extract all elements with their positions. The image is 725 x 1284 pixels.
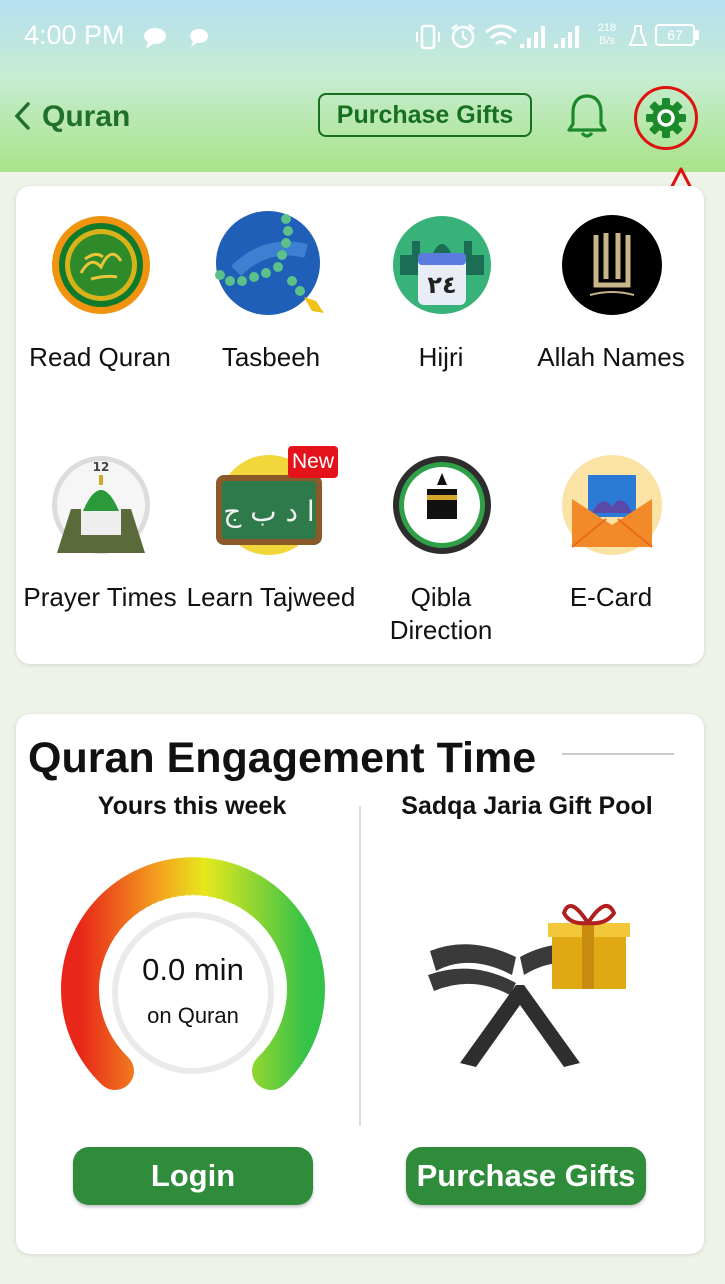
chat-bubbles-icon (144, 28, 166, 49)
engagement-title: Quran Engagement Time (28, 734, 537, 782)
network-speed-unit: B/s (599, 35, 615, 47)
battery-tip (695, 30, 699, 40)
signal-bars-icon (520, 26, 579, 48)
engagement-minutes: 0.0 min (142, 952, 244, 987)
your-week-title: Yours this week (97, 792, 287, 820)
feature-label: Allah Names (537, 342, 685, 372)
alarm-icon (451, 24, 475, 49)
login-button[interactable]: Login (73, 1147, 313, 1205)
feature-label: Learn Tajweed (186, 582, 356, 612)
gear-icon (646, 98, 686, 138)
settings-button[interactable] (634, 86, 698, 150)
page-title[interactable]: Quran (42, 100, 130, 134)
clock-number: 12 (93, 460, 110, 474)
feature-label: Tasbeeh (221, 342, 321, 372)
feature-label: Qibla Direction (389, 582, 493, 645)
feature-label: E-Card (569, 582, 653, 612)
engagement-unit-label: on Quran (147, 1003, 239, 1028)
calendar-day-text: ٢٤ (427, 271, 456, 299)
kaaba-compass-icon (393, 456, 491, 554)
column-divider (359, 806, 361, 1126)
envelope-card-icon (562, 455, 662, 555)
mosque-clock-icon: 12 (52, 456, 150, 554)
message-icon (190, 29, 208, 47)
vibrate-icon (416, 24, 440, 50)
status-bar: 4:00 PM 218 B/s 67 (0, 0, 725, 72)
allah-calligraphy-icon (562, 215, 662, 315)
hijri-calendar-icon: ٢٤ (393, 216, 491, 314)
gift-pool-title: Sadqa Jaria Gift Pool (401, 792, 653, 820)
flask-icon (628, 25, 648, 46)
feature-label: Hijri (418, 342, 464, 372)
title-divider (562, 753, 674, 755)
feature-label: Prayer Times (23, 582, 177, 612)
back-arrow-icon[interactable] (12, 100, 34, 132)
quran-emblem-icon (52, 216, 150, 314)
battery-indicator: 67 (655, 24, 695, 46)
new-badge: New (288, 446, 338, 478)
network-speed-value: 218 (597, 22, 617, 34)
purchase-gifts-button[interactable]: Purchase Gifts (406, 1147, 646, 1205)
purchase-gifts-header-button[interactable]: Purchase Gifts (318, 93, 532, 137)
quran-gift-icon (428, 903, 630, 1067)
feature-label: Read Quran (29, 342, 171, 372)
chalkboard-letters: ا د ب ج (223, 495, 314, 529)
wifi-icon (485, 24, 517, 46)
status-time: 4:00 PM (24, 20, 125, 50)
prayer-beads-icon (215, 211, 324, 315)
notification-bell-icon[interactable] (565, 92, 609, 140)
network-speed: 218 B/s (590, 22, 624, 48)
